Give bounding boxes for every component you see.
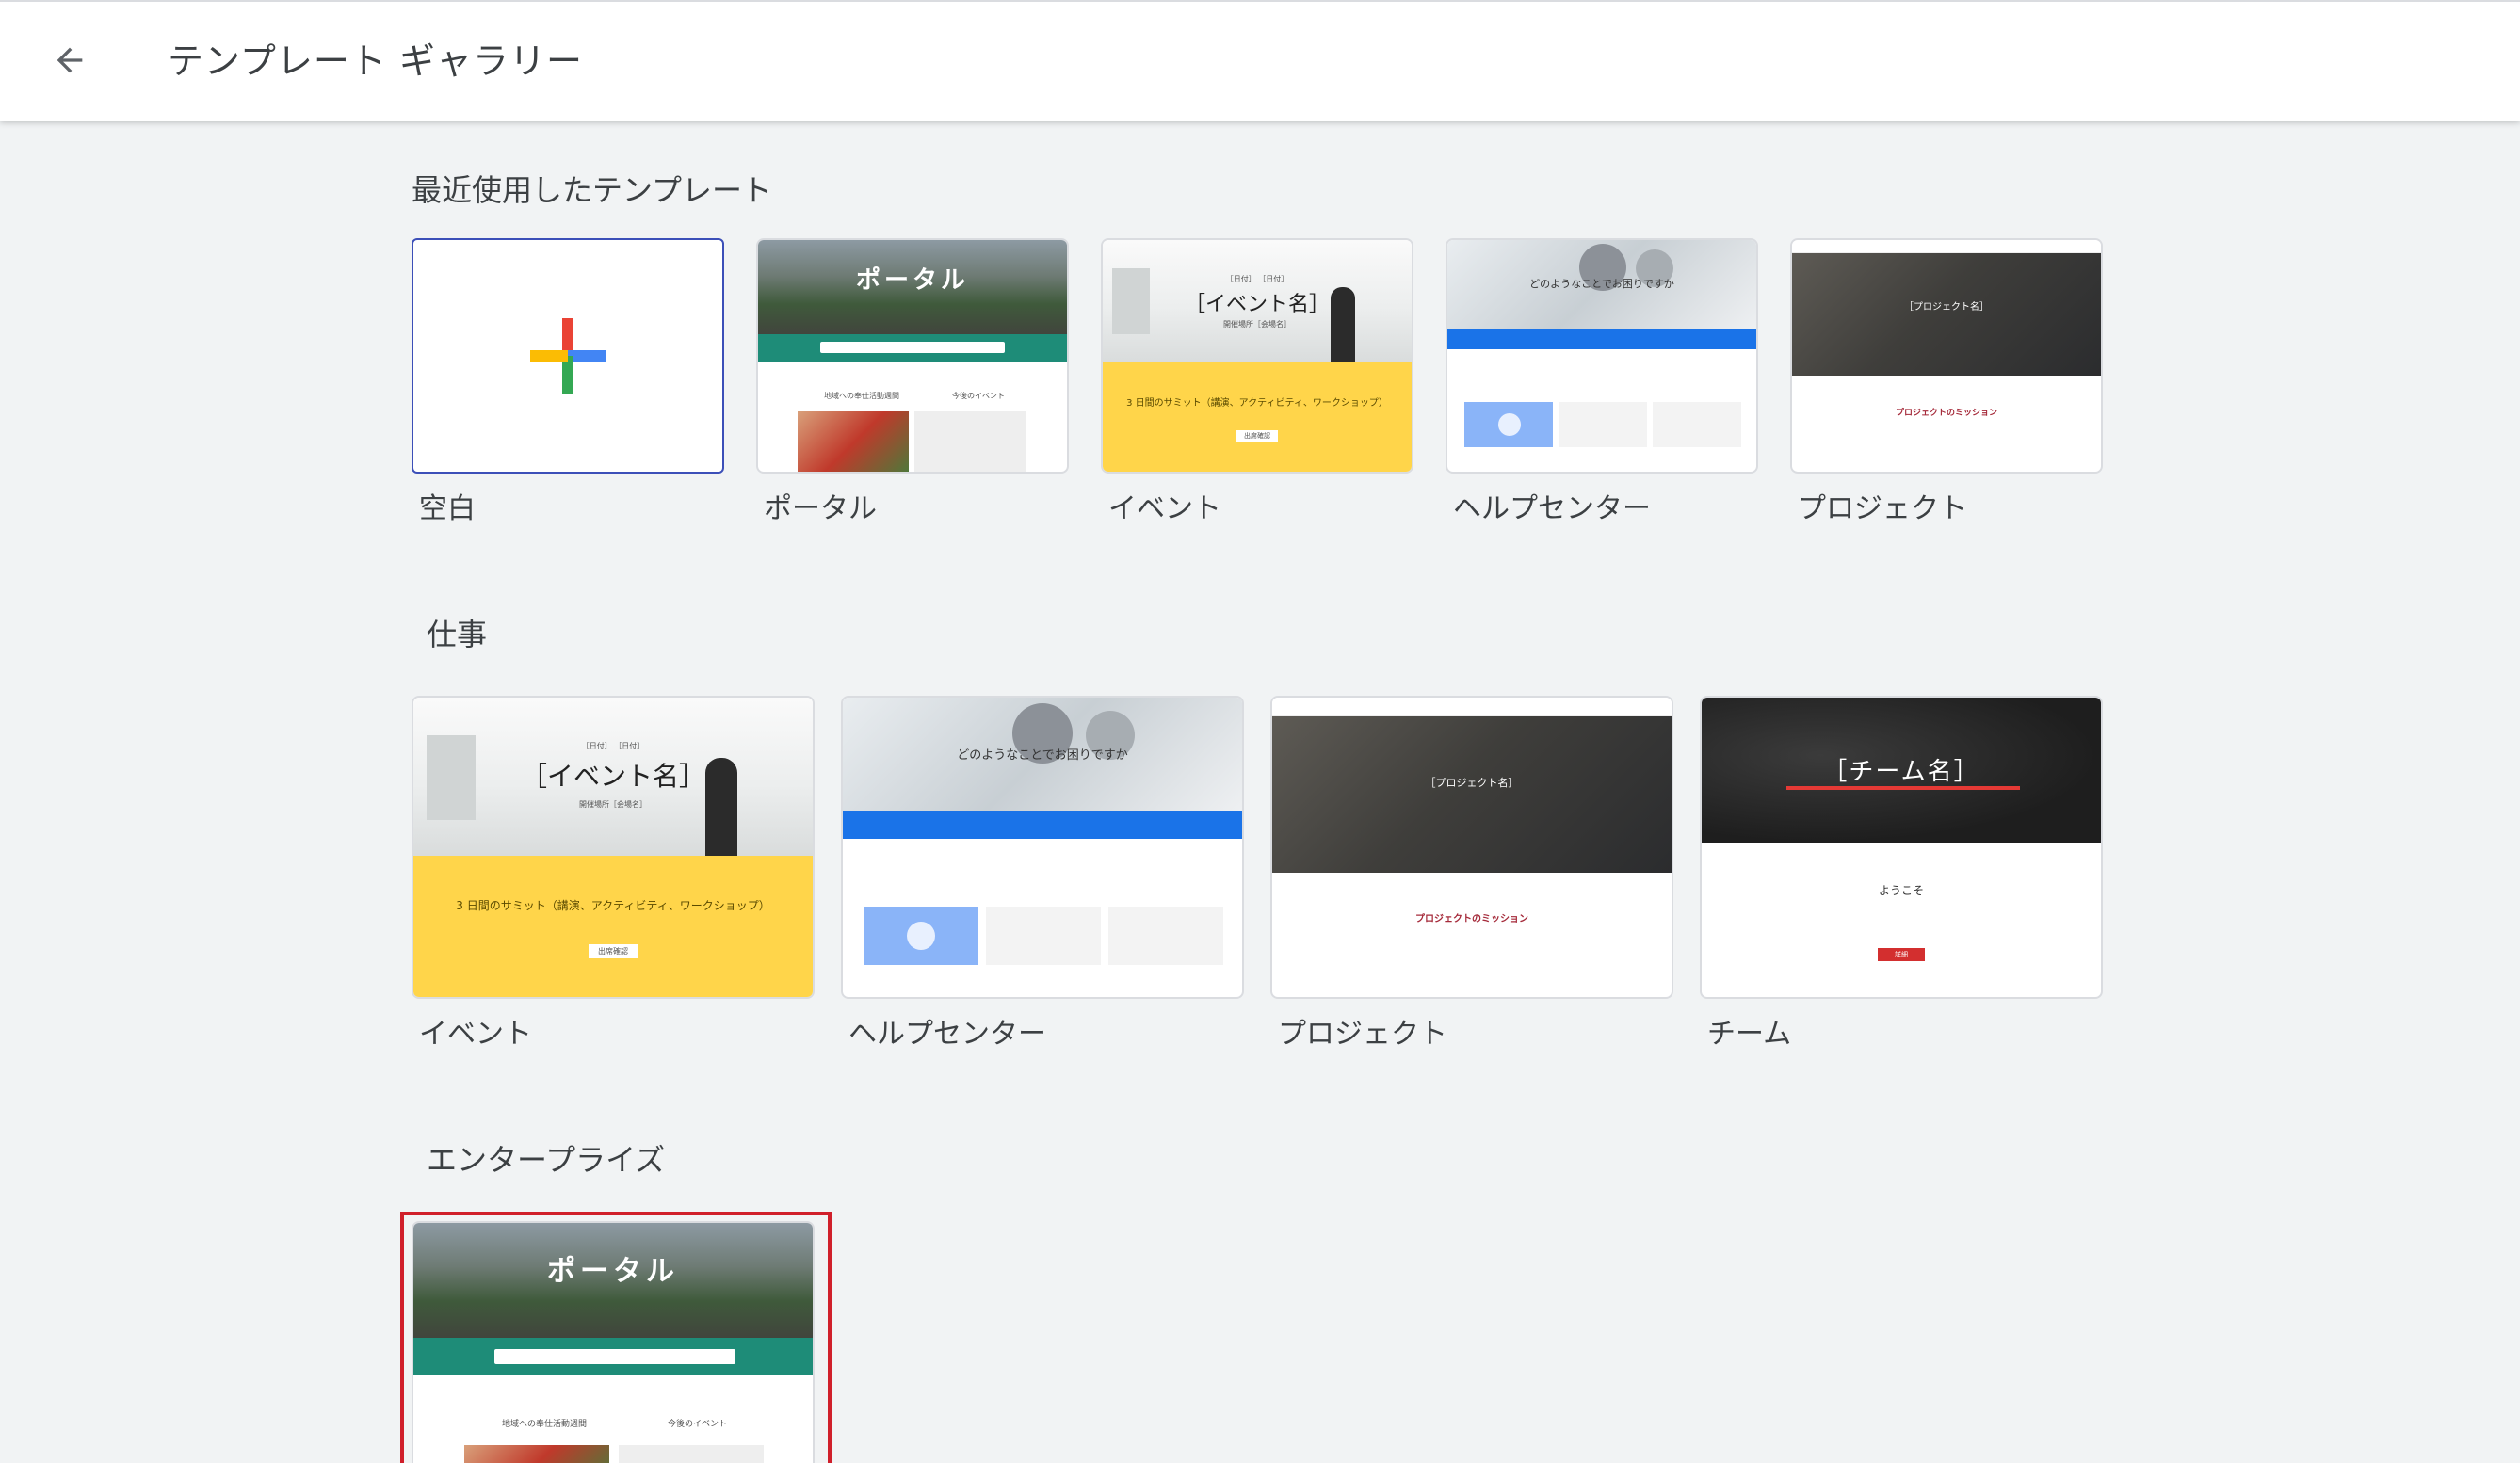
thumb-title: ポータル [855,266,969,295]
template-card-portal[interactable]: ポータル 地域への奉仕活動週間 今後のイベント ポータル [756,238,1069,530]
section-title-work: 仕事 [427,617,488,652]
thumb-left-heading: 地域への奉仕活動週間 [502,1420,588,1429]
thumb-mission: プロジェクトのミッション [1895,409,1997,418]
search-band [413,1338,813,1375]
plus-icon [530,318,606,394]
thumb-mission: プロジェクトのミッション [1415,914,1528,924]
template-label: プロジェクト [1278,1018,1447,1051]
template-card-blank[interactable]: 空白 [412,238,724,530]
thumb-title: ポータル [547,1255,679,1288]
template-label: イベント [1108,492,1221,525]
template-thumbnail[interactable]: ［プロジェクト名］ プロジェクトのミッション [1790,238,2103,474]
template-label: プロジェクト [1798,492,1967,525]
thumb-welcome: ようこそ [1878,884,1924,897]
thumb-title: どのようなことでお困りですか [957,748,1128,763]
template-card-event[interactable]: ［日付］ ［日付］ ［イベント名］ 開催場所［会場名］ 3 日間のサミット（講演… [1101,238,1413,530]
template-label: イベント [419,1018,532,1051]
template-card-event[interactable]: ［日付］ ［日付］ ［イベント名］ 開催場所［会場名］ 3 日間のサミット（講演… [412,696,815,1063]
template-thumbnail[interactable] [412,238,724,474]
back-button[interactable] [40,32,100,92]
info-band [1447,329,1756,349]
hero-image [1792,253,2101,376]
template-thumbnail[interactable]: ［プロジェクト名］ プロジェクトのミッション [1270,696,1673,999]
template-card-help-center[interactable]: どのようなことでお困りですか ヘルプセンター [1446,238,1758,530]
info-band [413,856,813,997]
thumb-left-heading: 地域への奉仕活動週間 [824,392,899,400]
app-header: テンプレート ギャラリー [0,0,2520,121]
hero-image [1272,716,1672,873]
search-band [758,334,1067,362]
thumb-right-heading: 今後のイベント [952,392,1005,400]
thumb-title: ［プロジェクト名］ [1425,777,1519,789]
thumb-title: ［チーム名］ [1822,758,1980,786]
thumb-image [464,1445,609,1463]
template-label: ヘルプセンター [848,1018,1046,1051]
template-card-portal[interactable]: ポータル 地域への奉仕活動週間 今後のイベント [412,1221,815,1463]
template-card-project[interactable]: ［プロジェクト名］ プロジェクトのミッション プロジェクト [1790,238,2103,530]
rsvp-button: 出席確認 [589,944,638,958]
template-thumbnail[interactable]: ポータル 地域への奉仕活動週間 今後のイベント [412,1221,815,1463]
template-thumbnail[interactable]: ［日付］ ［日付］ ［イベント名］ 開催場所［会場名］ 3 日間のサミット（講演… [412,696,815,999]
thumb-title: ［イベント名］ [1184,293,1330,316]
template-card-team[interactable]: ［チーム名］ ようこそ 詳細 チーム [1700,696,2103,1063]
template-card-project[interactable]: ［プロジェクト名］ プロジェクトのミッション プロジェクト [1270,696,1673,1063]
section-title-enterprise: エンタープライズ [427,1142,666,1178]
template-thumbnail[interactable]: ［日付］ ［日付］ ［イベント名］ 開催場所［会場名］ 3 日間のサミット（講演… [1101,238,1413,474]
details-button: 詳細 [1878,948,1925,961]
template-thumbnail[interactable]: どのようなことでお困りですか [1446,238,1758,474]
template-label: 空白 [419,492,476,525]
thumb-title: ［イベント名］ [520,761,705,792]
thumb-title: どのようなことでお困りですか [1529,278,1674,290]
thumb-right-heading: 今後のイベント [668,1420,728,1429]
section-title-recent: 最近使用したテンプレート [412,172,773,208]
template-label: チーム [1707,1018,1792,1051]
page-title: テンプレート ギャラリー [168,40,583,82]
template-card-help-center[interactable]: どのようなことでお困りですか ヘルプセンター [841,696,1244,1063]
template-thumbnail[interactable]: ポータル 地域への奉仕活動週間 今後のイベント [756,238,1069,474]
template-thumbnail[interactable]: どのようなことでお困りですか [841,696,1244,999]
topic-tile [864,907,978,965]
thumb-title: ［プロジェクト名］ [1904,302,1989,313]
rsvp-button: 出席確認 [1236,430,1278,442]
template-thumbnail[interactable]: ［チーム名］ ようこそ 詳細 [1700,696,2103,999]
info-band [1103,362,1412,472]
template-label: ポータル [764,492,877,525]
arrow-back-icon [51,41,89,83]
info-band [843,811,1242,839]
template-label: ヘルプセンター [1453,492,1651,525]
thumb-image [798,411,909,472]
topic-tile [1464,402,1553,447]
